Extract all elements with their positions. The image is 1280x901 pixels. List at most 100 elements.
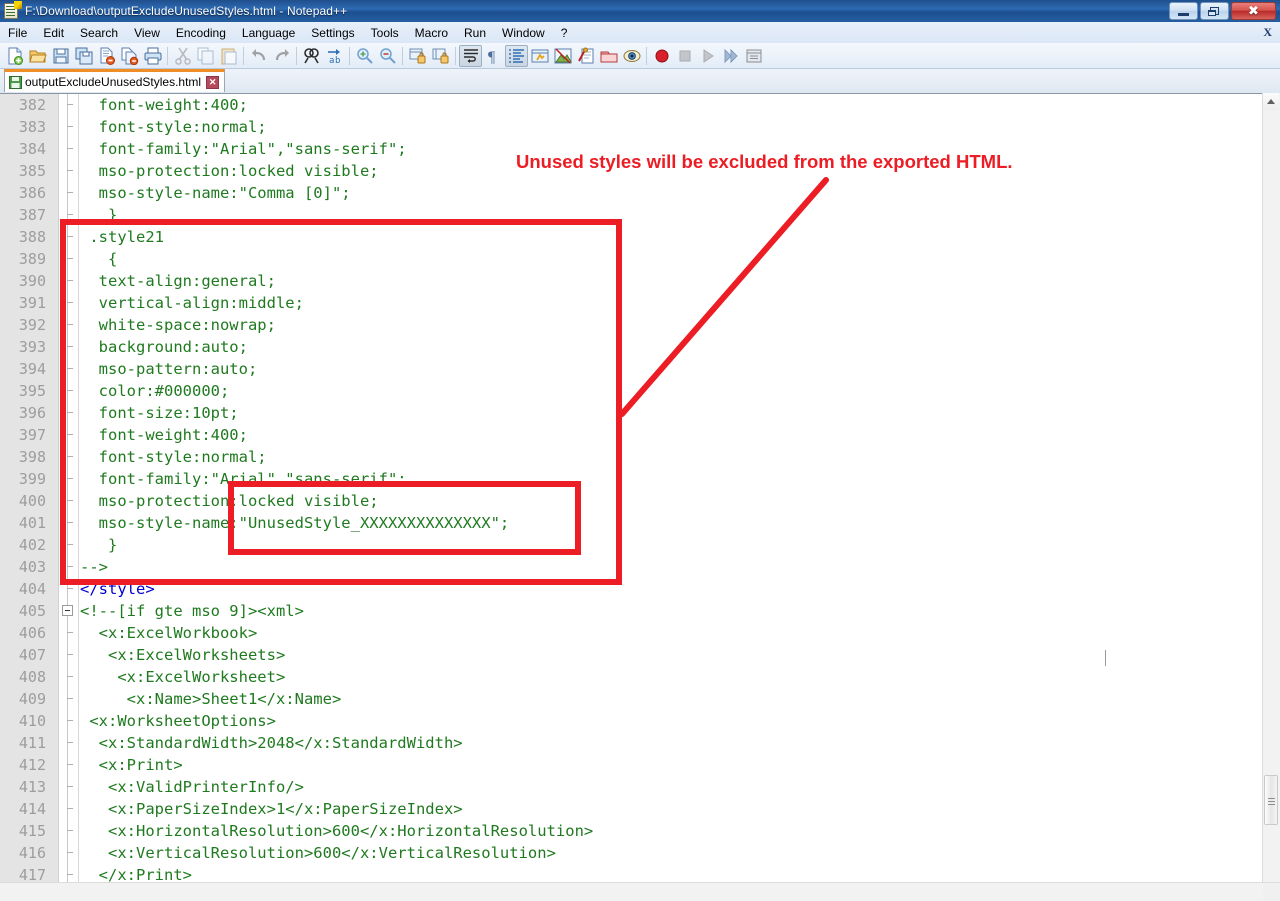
code-line[interactable]: 383 font-style:normal; bbox=[0, 116, 1280, 138]
open-file-icon[interactable] bbox=[26, 45, 49, 67]
code-line[interactable]: 413 <x:ValidPrinterInfo/> bbox=[0, 776, 1280, 798]
code-line[interactable]: 416 <x:VerticalResolution>600</x:Vertica… bbox=[0, 842, 1280, 864]
notepad-plus-plus-window: F:\Download\outputExcludeUnusedStyles.ht… bbox=[0, 0, 1280, 901]
line-number: 401 bbox=[0, 512, 46, 534]
line-number: 408 bbox=[0, 666, 46, 688]
code-line[interactable]: 405<!--[if gte mso 9]><xml> bbox=[0, 600, 1280, 622]
menu-item-view[interactable]: View bbox=[126, 24, 168, 42]
code-line[interactable]: 412 <x:Print> bbox=[0, 754, 1280, 776]
menu-item-tools[interactable]: Tools bbox=[363, 24, 407, 42]
line-number: 411 bbox=[0, 732, 46, 754]
play-macro-icon[interactable] bbox=[696, 45, 719, 67]
code-text: <x:StandardWidth>2048</x:StandardWidth> bbox=[80, 732, 463, 754]
paste-icon[interactable] bbox=[217, 45, 240, 67]
menu-item-window[interactable]: Window bbox=[494, 24, 553, 42]
save-all-icon[interactable] bbox=[72, 45, 95, 67]
code-line[interactable]: 382 font-weight:400; bbox=[0, 94, 1280, 116]
zoom-in-icon[interactable] bbox=[353, 45, 376, 67]
code-line[interactable]: 406 <x:ExcelWorkbook> bbox=[0, 622, 1280, 644]
fold-tick bbox=[67, 654, 73, 655]
sync-horizontal-scroll-icon[interactable] bbox=[429, 45, 452, 67]
vertical-scroll-thumb[interactable] bbox=[1264, 775, 1278, 825]
code-line[interactable]: 409 <x:Name>Sheet1</x:Name> bbox=[0, 688, 1280, 710]
line-number: 383 bbox=[0, 116, 46, 138]
horizontal-scrollbar[interactable] bbox=[0, 882, 1280, 901]
cut-icon[interactable] bbox=[171, 45, 194, 67]
new-file-icon[interactable] bbox=[3, 45, 26, 67]
line-number: 400 bbox=[0, 490, 46, 512]
menu-item-file[interactable]: File bbox=[0, 24, 35, 42]
find-icon[interactable] bbox=[300, 45, 323, 67]
tab-close-icon[interactable]: ✕ bbox=[206, 76, 219, 89]
stop-record-macro-icon[interactable] bbox=[673, 45, 696, 67]
save-icon[interactable] bbox=[49, 45, 72, 67]
redo-icon[interactable] bbox=[270, 45, 293, 67]
run-macro-multiple-icon[interactable] bbox=[719, 45, 742, 67]
menu-item-search[interactable]: Search bbox=[72, 24, 126, 42]
start-record-macro-icon[interactable] bbox=[650, 45, 673, 67]
undo-icon[interactable] bbox=[247, 45, 270, 67]
replace-icon[interactable]: ab bbox=[323, 45, 346, 67]
close-button[interactable]: ✖ bbox=[1231, 2, 1276, 20]
menu-item-edit[interactable]: Edit bbox=[35, 24, 72, 42]
code-line[interactable]: 386 mso-style-name:"Comma [0]"; bbox=[0, 182, 1280, 204]
show-all-characters-icon[interactable]: ¶ bbox=[482, 45, 505, 67]
code-line[interactable]: 415 <x:HorizontalResolution>600</x:Horiz… bbox=[0, 820, 1280, 842]
code-line[interactable]: 407 <x:ExcelWorksheets> bbox=[0, 644, 1280, 666]
callout-label: Unused styles will be excluded from the … bbox=[516, 151, 1013, 173]
minimize-button[interactable] bbox=[1169, 2, 1198, 20]
menu-item-encoding[interactable]: Encoding bbox=[168, 24, 234, 42]
restore-button[interactable] bbox=[1200, 2, 1229, 20]
close-file-icon[interactable] bbox=[95, 45, 118, 67]
restore-icon bbox=[1210, 7, 1219, 15]
line-number: 403 bbox=[0, 556, 46, 578]
line-number: 394 bbox=[0, 358, 46, 380]
show-document-panel-icon[interactable] bbox=[620, 45, 643, 67]
show-symbol-icon[interactable] bbox=[551, 45, 574, 67]
menu-item-run[interactable]: Run bbox=[456, 24, 494, 42]
saved-document-icon bbox=[9, 76, 22, 89]
svg-text:¶: ¶ bbox=[488, 49, 496, 65]
menu-item-language[interactable]: Language bbox=[234, 24, 303, 42]
toolbar-separator bbox=[402, 47, 403, 65]
menu-item-[interactable]: ? bbox=[553, 24, 576, 42]
line-number: 396 bbox=[0, 402, 46, 424]
close-all-files-icon[interactable] bbox=[118, 45, 141, 67]
copy-icon[interactable] bbox=[194, 45, 217, 67]
document-map-icon[interactable] bbox=[574, 45, 597, 67]
close-document-button[interactable]: X bbox=[1263, 25, 1272, 40]
code-text: mso-protection:locked visible; bbox=[80, 160, 379, 182]
user-defined-dialog-icon[interactable] bbox=[528, 45, 551, 67]
svg-text:a: a bbox=[329, 56, 334, 65]
zoom-out-icon[interactable] bbox=[376, 45, 399, 67]
print-icon[interactable] bbox=[141, 45, 164, 67]
function-list-icon[interactable] bbox=[597, 45, 620, 67]
toolbar-separator bbox=[243, 47, 244, 65]
code-text: <!--[if gte mso 9]><xml> bbox=[80, 600, 304, 622]
code-text: <x:WorksheetOptions> bbox=[80, 710, 276, 732]
save-macro-icon[interactable] bbox=[742, 45, 765, 67]
toolbar-separator bbox=[167, 47, 168, 65]
menu-bar: X FileEditSearchViewEncodingLanguageSetti… bbox=[0, 22, 1280, 44]
line-number: 388 bbox=[0, 226, 46, 248]
scroll-up-button[interactable] bbox=[1263, 93, 1279, 110]
code-line[interactable]: 408 <x:ExcelWorksheet> bbox=[0, 666, 1280, 688]
indent-guideline-icon[interactable] bbox=[505, 45, 528, 67]
minimize-icon bbox=[1178, 13, 1189, 16]
word-wrap-icon[interactable] bbox=[459, 45, 482, 67]
fold-toggle-icon[interactable] bbox=[62, 605, 73, 616]
sync-vertical-scroll-icon[interactable] bbox=[406, 45, 429, 67]
fold-tick bbox=[67, 808, 73, 809]
menu-item-macro[interactable]: Macro bbox=[407, 24, 456, 42]
menu-item-settings[interactable]: Settings bbox=[303, 24, 362, 42]
code-line[interactable]: 411 <x:StandardWidth>2048</x:StandardWid… bbox=[0, 732, 1280, 754]
vertical-scrollbar[interactable] bbox=[1262, 93, 1280, 883]
notepad-plus-plus-icon bbox=[4, 3, 20, 19]
code-line[interactable]: 410 <x:WorksheetOptions> bbox=[0, 710, 1280, 732]
tab-outputexcludeunusedstyles[interactable]: outputExcludeUnusedStyles.html ✕ bbox=[4, 69, 225, 92]
code-text: <x:HorizontalResolution>600</x:Horizonta… bbox=[80, 820, 593, 842]
close-icon: ✖ bbox=[1248, 5, 1259, 18]
code-text: font-style:normal; bbox=[80, 116, 267, 138]
line-number: 404 bbox=[0, 578, 46, 600]
code-line[interactable]: 414 <x:PaperSizeIndex>1</x:PaperSizeInde… bbox=[0, 798, 1280, 820]
